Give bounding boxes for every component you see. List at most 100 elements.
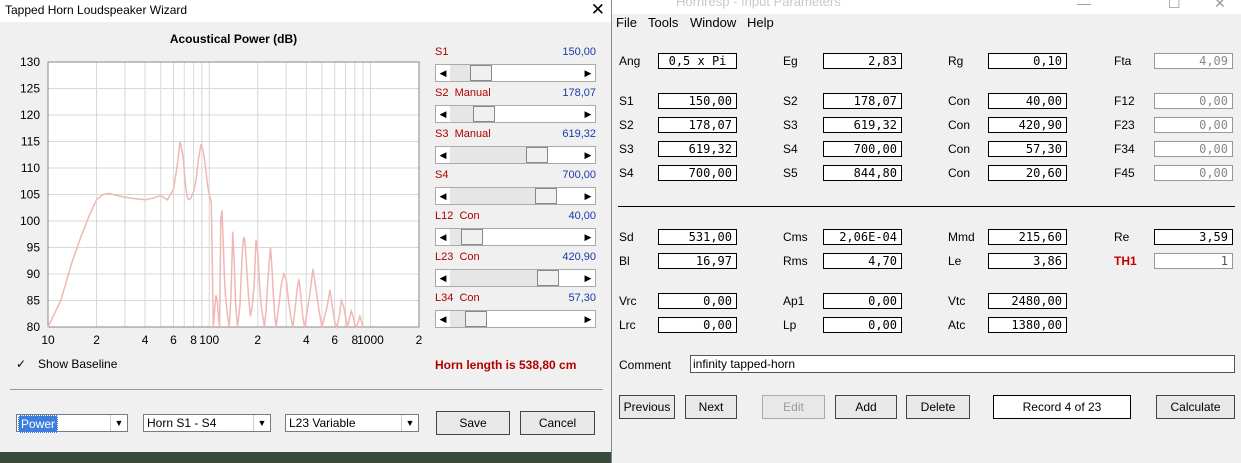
- arrow-right-icon[interactable]: ▶: [581, 270, 595, 286]
- param-field-vtc[interactable]: 2480,00: [988, 293, 1067, 309]
- previous-button[interactable]: Previous: [619, 395, 675, 419]
- y-tick-label: 85: [27, 294, 41, 308]
- variable-dropdown[interactable]: L23 Variable ▼: [285, 414, 419, 432]
- arrow-right-icon[interactable]: ▶: [581, 188, 595, 204]
- slider-track-fill: [450, 270, 537, 286]
- param-field-s4[interactable]: 700,00: [823, 141, 902, 157]
- slider[interactable]: ◀ ▶: [435, 146, 596, 164]
- slider-thumb[interactable]: [465, 311, 487, 327]
- param-field-s2[interactable]: 178,07: [823, 93, 902, 109]
- param-field-s2[interactable]: 178,07: [658, 117, 737, 133]
- arrow-right-icon[interactable]: ▶: [581, 229, 595, 245]
- param-field-f34[interactable]: 0,00: [1154, 141, 1233, 157]
- param-field-rg[interactable]: 0,10: [988, 53, 1067, 69]
- param-label-vtc: Vtc: [948, 294, 966, 308]
- slider-thumb[interactable]: [473, 106, 495, 122]
- add-button[interactable]: Add: [835, 395, 897, 419]
- menu-file[interactable]: File: [616, 15, 637, 30]
- param-field-con[interactable]: 20,60: [988, 165, 1067, 181]
- slider-thumb[interactable]: [526, 147, 548, 163]
- slider[interactable]: ◀ ▶: [435, 187, 596, 205]
- param-field-sd[interactable]: 531,00: [658, 229, 737, 245]
- param-label-s5: S5: [783, 166, 798, 180]
- arrow-left-icon[interactable]: ◀: [436, 311, 450, 327]
- show-baseline-checkbox[interactable]: ✓: [16, 358, 26, 370]
- menu-help[interactable]: Help: [747, 15, 774, 30]
- cancel-button[interactable]: Cancel: [520, 411, 595, 435]
- param-field-s3[interactable]: 619,32: [658, 141, 737, 157]
- plot-type-value: Power: [18, 415, 59, 433]
- window-title: Hornresp - Input Parameters: [676, 0, 841, 9]
- y-tick-label: 120: [20, 108, 40, 122]
- arrow-right-icon[interactable]: ▶: [581, 65, 595, 81]
- slider[interactable]: ◀ ▶: [435, 310, 596, 328]
- slider-thumb[interactable]: [537, 270, 559, 286]
- param-field-s3[interactable]: 619,32: [823, 117, 902, 133]
- param-field-cms[interactable]: 2,06E-04: [823, 229, 902, 245]
- param-field-lrc[interactable]: 0,00: [658, 317, 737, 333]
- param-field-lp[interactable]: 0,00: [823, 317, 902, 333]
- param-field-con[interactable]: 40,00: [988, 93, 1067, 109]
- arrow-left-icon[interactable]: ◀: [436, 65, 450, 81]
- edit-button[interactable]: Edit: [762, 395, 825, 419]
- arrow-right-icon[interactable]: ▶: [581, 147, 595, 163]
- param-field-f45[interactable]: 0,00: [1154, 165, 1233, 181]
- slider-thumb[interactable]: [535, 188, 557, 204]
- param-field-th1[interactable]: 1: [1154, 253, 1233, 269]
- arrow-left-icon[interactable]: ◀: [436, 147, 450, 163]
- param-label-cms: Cms: [783, 230, 808, 244]
- slider-value: 700,00: [562, 169, 596, 181]
- param-field-s5[interactable]: 844,80: [823, 165, 902, 181]
- wizard-divider: [10, 389, 603, 390]
- slider-thumb[interactable]: [461, 229, 483, 245]
- edit-label: Edit: [783, 400, 804, 414]
- comment-input[interactable]: infinity tapped-horn: [690, 355, 1235, 373]
- next-button[interactable]: Next: [685, 395, 737, 419]
- param-field-s1[interactable]: 150,00: [658, 93, 737, 109]
- horn-section-dropdown[interactable]: Horn S1 - S4 ▼: [143, 414, 271, 432]
- calculate-button[interactable]: Calculate: [1156, 395, 1235, 419]
- param-field-eg[interactable]: 2,83: [823, 53, 902, 69]
- slider[interactable]: ◀ ▶: [435, 64, 596, 82]
- param-field-con[interactable]: 420,90: [988, 117, 1067, 133]
- menu-window[interactable]: Window: [690, 15, 736, 30]
- arrow-left-icon[interactable]: ◀: [436, 106, 450, 122]
- param-field-con[interactable]: 57,30: [988, 141, 1067, 157]
- param-field-bl[interactable]: 16,97: [658, 253, 737, 269]
- param-field-f12[interactable]: 0,00: [1154, 93, 1233, 109]
- slider[interactable]: ◀ ▶: [435, 105, 596, 123]
- arrow-right-icon[interactable]: ▶: [581, 106, 595, 122]
- y-tick-label: 130: [20, 55, 40, 69]
- param-field-re[interactable]: 3,59: [1154, 229, 1233, 245]
- param-field-ang[interactable]: 0,5 x Pi: [658, 53, 737, 69]
- slider-thumb[interactable]: [470, 65, 492, 81]
- arrow-left-icon[interactable]: ◀: [436, 270, 450, 286]
- param-field-fta[interactable]: 4,09: [1154, 53, 1233, 69]
- save-button[interactable]: Save: [436, 411, 510, 435]
- horn-section-value: Horn S1 - S4: [147, 416, 217, 430]
- plot-type-dropdown[interactable]: Power ▼: [16, 414, 128, 433]
- param-field-mmd[interactable]: 215,60: [988, 229, 1067, 245]
- minimize-icon[interactable]: —: [1077, 0, 1091, 11]
- maximize-icon[interactable]: ☐: [1168, 0, 1181, 12]
- param-field-ap1[interactable]: 0,00: [823, 293, 902, 309]
- param-field-rms[interactable]: 4,70: [823, 253, 902, 269]
- param-field-vrc[interactable]: 0,00: [658, 293, 737, 309]
- x-tick-label: 8: [190, 333, 197, 347]
- menu-tools[interactable]: Tools: [648, 15, 678, 30]
- arrow-right-icon[interactable]: ▶: [581, 311, 595, 327]
- delete-button[interactable]: Delete: [906, 395, 970, 419]
- param-field-atc[interactable]: 1380,00: [988, 317, 1067, 333]
- param-field-s4[interactable]: 700,00: [658, 165, 737, 181]
- arrow-left-icon[interactable]: ◀: [436, 188, 450, 204]
- x-tick-label: 6: [331, 333, 338, 347]
- slider[interactable]: ◀ ▶: [435, 269, 596, 287]
- param-field-f23[interactable]: 0,00: [1154, 117, 1233, 133]
- param-field-le[interactable]: 3,86: [988, 253, 1067, 269]
- slider-track-fill: [450, 311, 465, 327]
- wizard-close-icon[interactable]: ✕: [591, 0, 605, 20]
- param-label-s1: S1: [619, 94, 634, 108]
- close-icon[interactable]: ✕: [1214, 0, 1226, 12]
- arrow-left-icon[interactable]: ◀: [436, 229, 450, 245]
- slider[interactable]: ◀ ▶: [435, 228, 596, 246]
